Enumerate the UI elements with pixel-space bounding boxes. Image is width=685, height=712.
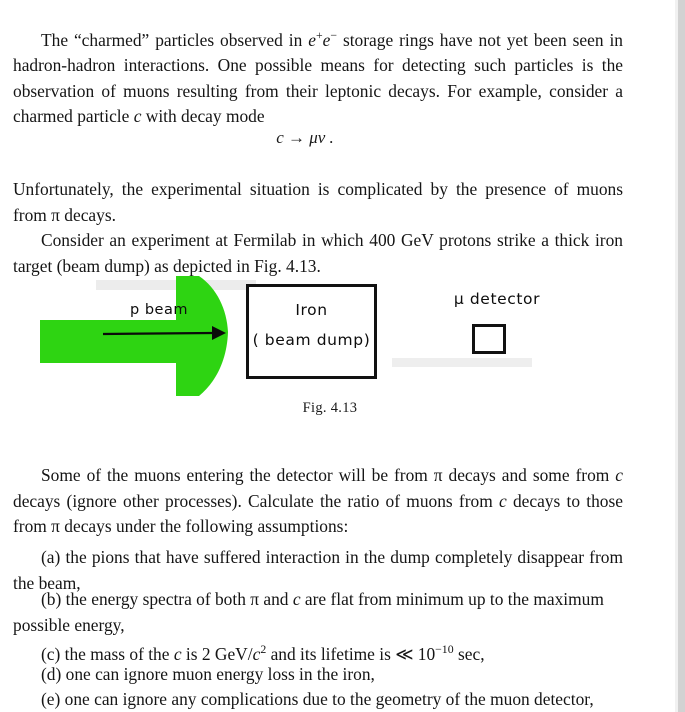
iron-beam-dump-box: Iron ( beam dump) (246, 284, 377, 379)
beam-dump-label: ( beam dump) (252, 331, 371, 349)
muon-detector-box (472, 324, 506, 354)
decay-mode-formula: c → μν . (276, 128, 334, 147)
figure-caption: Fig. 4.13 (302, 400, 358, 416)
assumption-e: (e) one can ignore any complications due… (41, 689, 594, 710)
paragraph-intro: The “charmed” particles observed in e+e−… (13, 28, 623, 126)
iron-label: Iron (295, 301, 328, 319)
paragraph-question: Some of the muons entering the detector … (13, 465, 623, 536)
beam-direction-arrow-icon (102, 326, 226, 340)
paragraph-complication: Unfortunately, the experimental situatio… (13, 179, 623, 225)
muon-detector-label: μ detector (453, 290, 541, 308)
document-page: The “charmed” particles observed in e+e−… (0, 0, 685, 712)
assumption-d: (d) one can ignore muon energy loss in t… (41, 664, 375, 685)
assumption-b: (b) the energy spectra of both π and c a… (13, 589, 604, 635)
figure-4-13: p beam Iron ( beam dump) μ detector Fig.… (0, 262, 685, 432)
scan-artifact-band (392, 358, 532, 367)
beam-label: p beam (130, 302, 188, 318)
